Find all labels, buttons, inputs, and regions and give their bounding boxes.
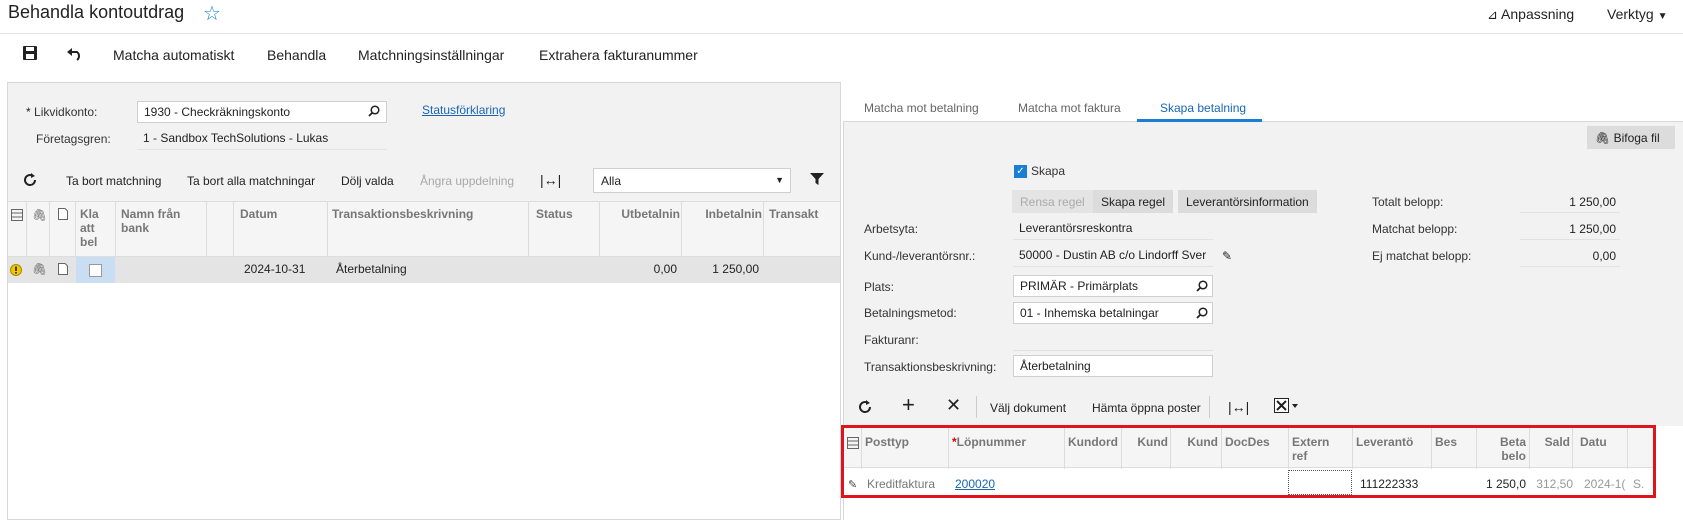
cash-account-label: * Likvidkonto: bbox=[26, 105, 98, 119]
main-toolbar bbox=[0, 34, 1683, 78]
delete-icon[interactable]: ✕ bbox=[946, 396, 961, 414]
ready-checkbox[interactable] bbox=[89, 264, 102, 277]
select-document-button[interactable]: Välj dokument bbox=[990, 401, 1066, 415]
row-selector-icon bbox=[11, 209, 23, 224]
row-description: Återbetalning bbox=[336, 262, 407, 276]
match-auto-button[interactable]: Matcha automatiskt bbox=[113, 47, 234, 63]
load-open-items-button[interactable]: Hämta öppna poster bbox=[1092, 401, 1201, 415]
row-payment-in: 1 250,00 bbox=[712, 262, 759, 276]
chevron-down-icon: ▼ bbox=[1657, 11, 1668, 22]
vendor-field[interactable]: 50000 - Dustin AB c/o Lindorff Sver bbox=[1013, 245, 1213, 267]
col-date[interactable]: Datum bbox=[240, 207, 277, 221]
branch-field: 1 - Sandbox TechSolutions - Lukas bbox=[137, 128, 387, 150]
create-label: Skapa bbox=[1031, 164, 1066, 178]
edit-pencil-icon[interactable]: ✎ bbox=[1222, 249, 1232, 263]
left-form bbox=[8, 83, 840, 161]
export-excel-icon[interactable] bbox=[1274, 398, 1300, 417]
add-icon[interactable]: + bbox=[902, 394, 915, 416]
location-label: Plats: bbox=[864, 280, 895, 294]
top-bar bbox=[0, 0, 1683, 34]
note-icon[interactable] bbox=[58, 263, 68, 278]
filter-select[interactable]: Alla ▼ bbox=[593, 168, 791, 193]
col-payment-in[interactable]: Inbetalnin bbox=[684, 207, 762, 221]
unmatched-label: Ej matchat belopp: bbox=[1372, 249, 1472, 263]
refresh-icon[interactable] bbox=[858, 400, 872, 417]
page-title: Behandla kontoutdrag bbox=[8, 2, 185, 22]
customize-button[interactable]: ⊿ Anpassning bbox=[1487, 6, 1574, 23]
clear-rule-button[interactable]: Rensa regel bbox=[1012, 190, 1093, 213]
col-bank-name[interactable]: Namn från bank bbox=[121, 207, 205, 235]
total-value: 1 250,00 bbox=[1569, 195, 1616, 209]
customize-icon: ⊿ bbox=[1487, 7, 1498, 22]
tools-label: Verktyg bbox=[1607, 6, 1654, 22]
remove-match-button[interactable]: Ta bort matchning bbox=[66, 174, 161, 188]
fit-columns-icon[interactable]: |↔| bbox=[1228, 399, 1249, 415]
save-icon[interactable] bbox=[22, 45, 38, 66]
search-icon[interactable] bbox=[1196, 307, 1208, 322]
branch-label: Företagsgren: bbox=[36, 132, 111, 146]
status-legend-link[interactable]: Statusförklaring bbox=[422, 103, 505, 117]
warning-icon bbox=[10, 264, 22, 279]
create-rule-button[interactable]: Skapa regel bbox=[1093, 190, 1174, 213]
col-payment-out[interactable]: Utbetalnin bbox=[602, 207, 680, 221]
trans-desc-label: Transaktionsbeskrivning: bbox=[864, 360, 997, 374]
module-field: Leverantörsreskontra bbox=[1013, 218, 1213, 240]
search-icon[interactable] bbox=[1196, 280, 1208, 295]
payment-method-field[interactable]: 01 - Inhemska betalningar bbox=[1013, 302, 1213, 324]
tab-match-payment[interactable]: Matcha mot betalning bbox=[864, 101, 979, 115]
favorite-star-icon[interactable]: ☆ bbox=[203, 1, 221, 26]
matched-value: 1 250,00 bbox=[1569, 222, 1616, 236]
paperclip-icon: 🖇︎ bbox=[1595, 131, 1611, 145]
refresh-icon[interactable] bbox=[23, 173, 37, 190]
search-icon[interactable] bbox=[368, 105, 380, 120]
unmatched-value: 0,00 bbox=[1592, 249, 1616, 263]
attachment-icon[interactable]: 🖇︎ bbox=[32, 262, 47, 276]
undo-split-button[interactable]: Ångra uppdelning bbox=[420, 174, 514, 188]
location-field[interactable]: PRIMÄR - Primärplats bbox=[1013, 275, 1213, 297]
cash-account-field[interactable]: 1930 - Checkräkningskonto bbox=[137, 101, 387, 123]
remove-all-matches-button[interactable]: Ta bort alla matchningar bbox=[187, 174, 315, 188]
hide-processed-button[interactable]: Dölj valda bbox=[341, 174, 394, 188]
matched-label: Matchat belopp: bbox=[1372, 222, 1458, 236]
extract-invoice-button[interactable]: Extrahera fakturanummer bbox=[539, 47, 698, 63]
payment-method-label: Betalningsmetod: bbox=[864, 306, 957, 320]
tools-menu-button[interactable]: Verktyg ▼ bbox=[1607, 6, 1668, 22]
match-settings-button[interactable]: Matchningsinställningar bbox=[358, 47, 504, 63]
right-grid-toolbar bbox=[844, 390, 1683, 426]
note-col-icon bbox=[58, 208, 68, 223]
col-description[interactable]: Transaktionsbeskrivning bbox=[332, 207, 473, 221]
vendor-label: Kund-/leverantörsnr.: bbox=[864, 249, 976, 263]
invoice-no-field[interactable] bbox=[1013, 329, 1213, 351]
row-date: 2024-10-31 bbox=[244, 262, 306, 276]
filter-icon[interactable] bbox=[810, 172, 824, 189]
chevron-down-icon: ▼ bbox=[775, 175, 784, 185]
col-ready[interactable]: Kla att bel bbox=[80, 207, 114, 249]
row-payment-out: 0,00 bbox=[653, 262, 677, 276]
module-label: Arbetsyta: bbox=[864, 222, 919, 236]
total-label: Totalt belopp: bbox=[1372, 195, 1444, 209]
tab-create-payment[interactable]: Skapa betalning bbox=[1160, 101, 1246, 115]
customize-label: Anpassning bbox=[1501, 6, 1575, 22]
create-checkbox[interactable]: ✓ bbox=[1014, 165, 1027, 178]
undo-icon[interactable] bbox=[66, 45, 84, 66]
trans-desc-field[interactable]: Återbetalning bbox=[1013, 355, 1213, 377]
col-status[interactable]: Status bbox=[536, 207, 573, 221]
tab-match-invoice[interactable]: Matcha mot faktura bbox=[1018, 101, 1121, 115]
col-transaction[interactable]: Transakt bbox=[769, 207, 829, 221]
invoice-no-label: Fakturanr: bbox=[864, 333, 919, 347]
highlight-box bbox=[841, 425, 1656, 498]
fit-columns-icon[interactable]: |↔| bbox=[540, 172, 561, 188]
process-button[interactable]: Behandla bbox=[267, 47, 326, 63]
attachment-col-icon: 🖇︎ bbox=[32, 208, 48, 222]
attach-file-button[interactable]: 🖇︎ Bifoga fil bbox=[1587, 126, 1675, 149]
vendor-info-button[interactable]: Leverantörsinformation bbox=[1178, 190, 1317, 213]
